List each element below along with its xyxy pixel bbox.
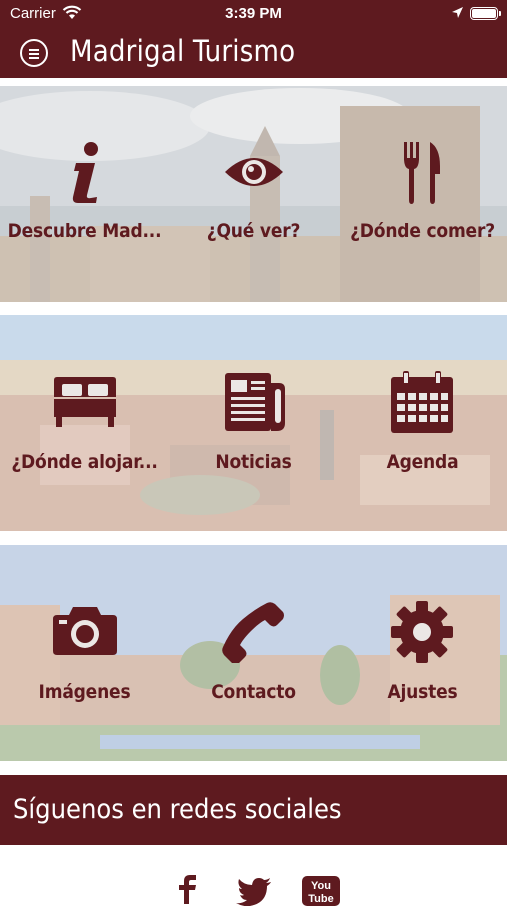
tile-label: ¿Dónde comer? xyxy=(350,220,495,242)
tile-accommodation[interactable]: ¿Dónde alojar... xyxy=(0,315,169,531)
tile-discover[interactable]: Descubre Mad... xyxy=(0,86,169,302)
camera-icon xyxy=(53,607,117,655)
tile-label: Noticias xyxy=(215,451,292,473)
newspaper-icon xyxy=(225,373,285,431)
fork-knife-icon xyxy=(404,142,440,204)
bed-icon xyxy=(54,377,116,427)
tile-what-to-see[interactable]: ¿Qué ver? xyxy=(169,86,338,302)
tile-images[interactable]: Imágenes xyxy=(0,545,169,761)
location-arrow-icon xyxy=(451,6,464,23)
youtube-text-top: You xyxy=(311,880,331,892)
info-icon xyxy=(72,142,98,203)
tile-label: Imágenes xyxy=(38,681,131,703)
social-section-header: Síguenos en redes sociales xyxy=(0,775,507,845)
eye-icon xyxy=(225,158,283,186)
clock-label: 3:39 PM xyxy=(225,5,282,22)
status-bar: Carrier 3:39 PM xyxy=(0,0,507,28)
tile-news[interactable]: Noticias xyxy=(169,315,338,531)
panel-more: Imágenes Contacto Ajustes xyxy=(0,545,507,761)
panel-services: ¿Dónde alojar... Noticias Agenda xyxy=(0,315,507,531)
menu-button[interactable] xyxy=(20,39,48,67)
panel-discover: Descubre Mad... ¿Qué ver? ¿Dónde comer? xyxy=(0,86,507,302)
battery-icon xyxy=(470,7,501,20)
tile-label: Contacto xyxy=(211,681,296,703)
tile-label: ¿Qué ver? xyxy=(206,220,301,242)
tile-contact[interactable]: Contacto xyxy=(169,545,338,761)
tile-label: ¿Dónde alojar... xyxy=(11,451,158,473)
twitter-icon[interactable] xyxy=(236,878,272,906)
page-title: Madrigal Turismo xyxy=(70,34,296,68)
social-title: Síguenos en redes sociales xyxy=(13,794,342,825)
calendar-icon xyxy=(391,371,453,433)
tile-label: Descubre Mad... xyxy=(7,220,162,242)
tile-settings[interactable]: Ajustes xyxy=(338,545,507,761)
youtube-text-bottom: Tube xyxy=(308,893,333,905)
phone-icon xyxy=(222,602,284,663)
tile-label: Ajustes xyxy=(387,681,458,703)
youtube-icon[interactable]: You Tube xyxy=(302,876,340,906)
navigation-bar: Carrier 3:39 PM Madrigal Turismo xyxy=(0,0,507,78)
tile-agenda[interactable]: Agenda xyxy=(338,315,507,531)
gear-icon xyxy=(391,601,453,663)
tile-where-to-eat[interactable]: ¿Dónde comer? xyxy=(338,86,507,302)
tile-label: Agenda xyxy=(386,451,459,473)
